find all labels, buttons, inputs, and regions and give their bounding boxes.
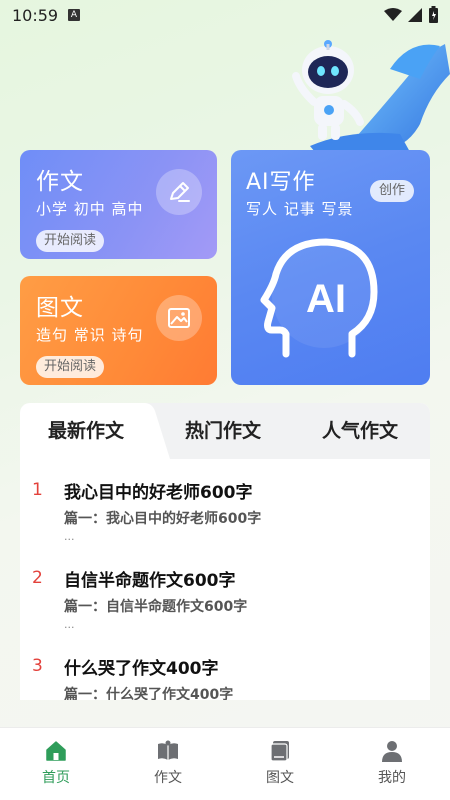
card-ai-title: AI写作: [246, 170, 316, 195]
home-icon: [46, 741, 66, 761]
album-icon: [270, 741, 289, 762]
nav-tuwen[interactable]: 图文: [224, 728, 336, 800]
start-reading-button[interactable]: 开始阅读: [36, 230, 105, 252]
article-title: 自信半命题作文600字: [64, 571, 236, 591]
nav-mine-label: 我的: [378, 770, 406, 786]
bottom-nav: 首页 作文 图文 我的: [0, 727, 450, 800]
card-tuwen-title: 图文: [36, 295, 84, 321]
article-title: 什么哭了作文400字: [64, 659, 219, 679]
list-item[interactable]: 1 我心目中的好老师600字 篇一：我心目中的好老师600字 ...: [20, 480, 430, 568]
article-title: 我心目中的好老师600字: [64, 483, 253, 503]
picture-icon: [156, 295, 202, 341]
status-time: 10:59: [12, 6, 59, 25]
article-panel: 最新作文 热门作文 人气作文 1 我心目中的好老师600字 篇一：我心目中的好老…: [20, 403, 430, 700]
create-button[interactable]: 创作: [370, 180, 415, 202]
card-zuowen-subtitle: 小学 初中 高中: [36, 200, 144, 218]
article-excerpt: 篇一：自信半命题作文600字: [64, 599, 248, 615]
list-item[interactable]: 3 什么哭了作文400字 篇一：什么哭了作文400字: [20, 656, 430, 700]
nav-zuowen-label: 作文: [154, 770, 182, 786]
nav-tuwen-label: 图文: [266, 770, 294, 786]
robot-illustration: [292, 40, 450, 152]
card-ai-writing[interactable]: AI写作 写人 记事 写景 创作 AI: [231, 150, 430, 385]
card-zuowen[interactable]: 作文 小学 初中 高中 开始阅读: [20, 150, 217, 259]
list-item[interactable]: 2 自信半命题作文600字 篇一：自信半命题作文600字 ...: [20, 568, 430, 656]
card-zuowen-title: 作文: [36, 169, 84, 195]
article-excerpt: 篇一：什么哭了作文400字: [64, 687, 234, 700]
article-tabs: 最新作文 热门作文 人气作文: [20, 403, 430, 459]
book-icon: [158, 740, 178, 760]
ai-head-text: AI: [306, 277, 346, 321]
status-bar: 10:59 A: [0, 0, 450, 32]
signal-icon: [408, 8, 422, 22]
start-reading-button[interactable]: 开始阅读: [36, 356, 105, 378]
nav-home-label: 首页: [42, 770, 70, 786]
rank-number: 3: [32, 656, 43, 676]
user-icon: [382, 741, 402, 762]
tab-popular[interactable]: 人气作文: [322, 403, 398, 459]
card-tuwen[interactable]: 图文 造句 常识 诗句 开始阅读: [20, 276, 217, 385]
article-ellipsis: ...: [64, 530, 75, 543]
tab-hot[interactable]: 热门作文: [185, 403, 261, 459]
rank-number: 2: [32, 568, 43, 588]
article-excerpt: 篇一：我心目中的好老师600字: [64, 511, 262, 527]
card-tuwen-subtitle: 造句 常识 诗句: [36, 326, 144, 344]
rank-number: 1: [32, 480, 43, 500]
nav-mine[interactable]: 我的: [336, 728, 448, 800]
article-ellipsis: ...: [64, 618, 75, 631]
card-ai-subtitle: 写人 记事 写景: [246, 200, 354, 218]
wifi-icon: [384, 8, 402, 21]
battery-icon: [429, 6, 438, 23]
tab-latest[interactable]: 最新作文: [48, 403, 124, 459]
nav-zuowen[interactable]: 作文: [112, 728, 224, 800]
notification-icon: A: [68, 9, 80, 21]
nav-home[interactable]: 首页: [0, 728, 112, 800]
ai-head-icon: AI: [260, 238, 378, 358]
pencil-icon: [156, 169, 202, 215]
